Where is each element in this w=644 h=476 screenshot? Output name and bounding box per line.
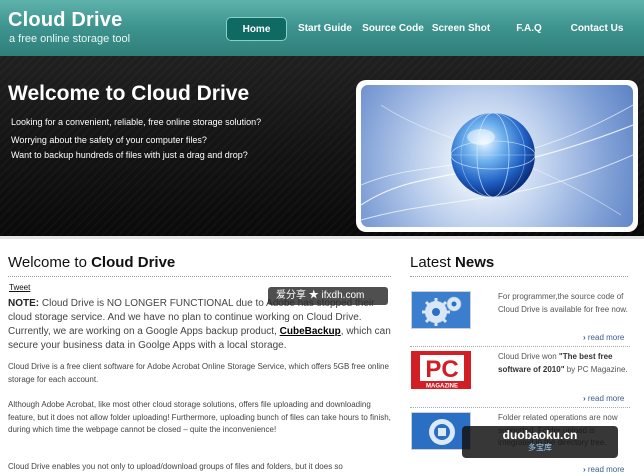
nav-screen-shot[interactable]: Screen Shot xyxy=(430,17,492,41)
latest-news-heading: Latest News xyxy=(410,254,495,271)
nav-source-code[interactable]: Source Code xyxy=(362,17,424,41)
cubebackup-link[interactable]: CubeBackup xyxy=(280,326,341,337)
hero-line-1: Looking for a convenient, reliable, free… xyxy=(11,117,262,127)
news-item-1-read-more[interactable]: read more xyxy=(583,333,624,342)
logo-title[interactable]: Cloud Drive xyxy=(8,9,122,32)
news-separator xyxy=(410,346,630,347)
hero-line-3: Want to backup hundreds of files with ju… xyxy=(11,150,248,160)
hero-divider xyxy=(0,236,644,239)
nav-faq[interactable]: F.A.Q xyxy=(512,17,546,41)
welcome-divider xyxy=(8,276,391,277)
nav-home[interactable]: Home xyxy=(226,17,287,41)
news-item-3-read-more[interactable]: read more xyxy=(583,465,624,474)
tweet-link[interactable]: Tweet xyxy=(9,283,30,292)
news-separator xyxy=(410,407,630,408)
globe-network-image xyxy=(361,85,633,227)
gears-thumbnail[interactable] xyxy=(411,291,471,329)
news-item-2-read-more[interactable]: read more xyxy=(583,394,624,403)
pc-magazine-thumbnail[interactable]: PC MAGAZINE xyxy=(411,351,471,389)
logo-subtitle: a free online storage tool xyxy=(9,33,131,45)
nav-start-guide[interactable]: Start Guide xyxy=(296,17,354,41)
watermark-bottom: duobaoku.cn 多宝库 xyxy=(462,426,618,458)
watermark-bottom-main: duobaoku.cn xyxy=(502,428,578,442)
hero-image-frame xyxy=(356,80,638,232)
feature-paragraph: Although Adobe Acrobat, like most other … xyxy=(8,400,391,434)
main-nav: Home Start Guide Source Code Screen Shot… xyxy=(226,17,644,41)
welcome-heading: Welcome to Cloud Drive xyxy=(8,254,176,271)
watermark-bottom-sub: 多宝库 xyxy=(528,443,552,452)
news-item-2-text: Cloud Drive won "The best free software … xyxy=(498,352,628,374)
news-divider xyxy=(410,276,628,277)
watermark-top: 爱分享 ★ ifxdh.com xyxy=(268,287,388,305)
notice-paragraph: NOTE: Cloud Drive is NO LONGER FUNCTIONA… xyxy=(8,298,391,351)
hero-title: Welcome to Cloud Drive xyxy=(8,82,250,105)
intro-paragraph: Cloud Drive is a free client software fo… xyxy=(8,362,389,384)
site-header: Cloud Drive a free online storage tool H… xyxy=(0,0,644,56)
svg-text:MAGAZINE: MAGAZINE xyxy=(426,384,458,390)
hero-banner: Welcome to Cloud Drive Looking for a con… xyxy=(0,56,644,236)
svg-text:PC: PC xyxy=(425,356,458,383)
hero-line-2: Worrying about the safety of your comput… xyxy=(11,135,207,145)
enables-paragraph: Cloud Drive enables you not only to uplo… xyxy=(8,462,343,471)
news-item-1-text: For programmer,the source code of Cloud … xyxy=(498,292,628,314)
nav-contact-us[interactable]: Contact Us xyxy=(568,17,626,41)
